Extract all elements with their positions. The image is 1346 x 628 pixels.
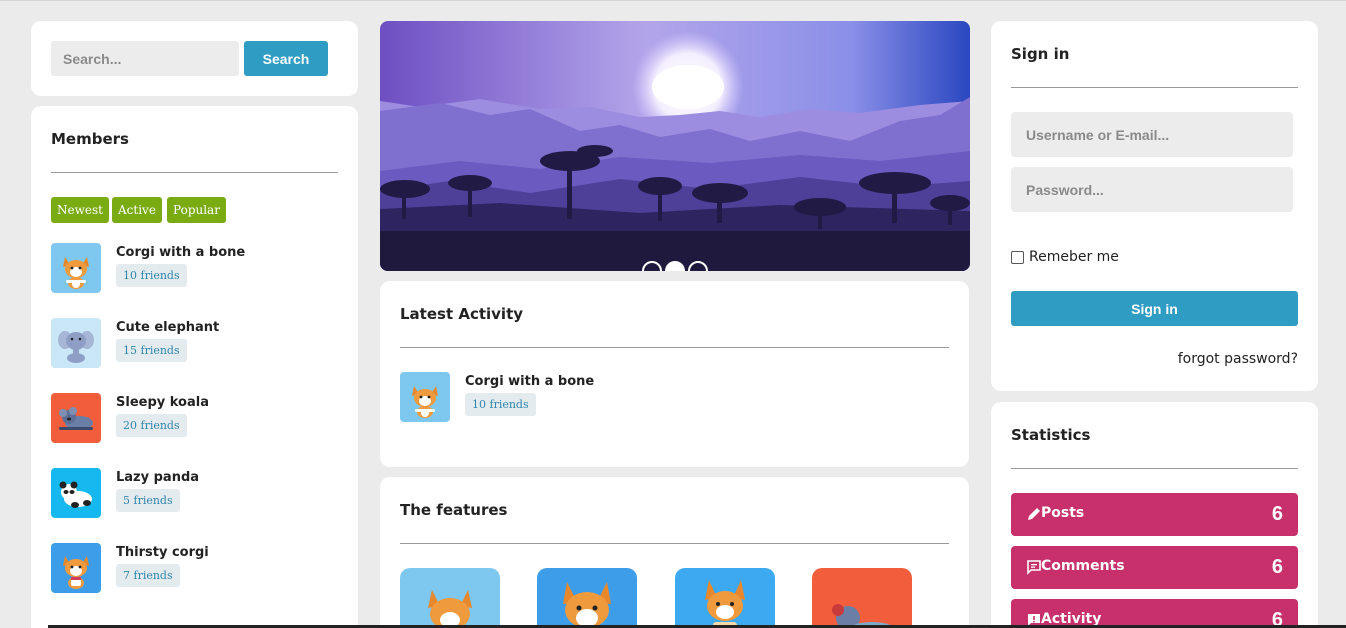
- corgi-bone-icon[interactable]: [400, 372, 450, 422]
- forgot-password-link[interactable]: forgot password?: [1178, 351, 1298, 367]
- friends-badge: 10 friends: [116, 264, 187, 287]
- divider: [400, 347, 949, 348]
- search-card: Search: [31, 21, 358, 96]
- signin-card: Sign in Remeber me Sign in forgot passwo…: [991, 21, 1318, 391]
- top-border: [0, 0, 1346, 1]
- search-input[interactable]: [51, 41, 239, 76]
- member-item[interactable]: Cute elephant 15 friends: [51, 318, 341, 368]
- stat-count: 6: [1271, 556, 1283, 578]
- feature-koala-icon[interactable]: [812, 568, 912, 628]
- hero-slider[interactable]: [380, 21, 970, 271]
- divider: [51, 172, 338, 173]
- member-item[interactable]: Corgi with a bone 10 friends: [51, 243, 341, 293]
- corgi-drink-icon[interactable]: [51, 543, 101, 593]
- signin-button[interactable]: Sign in: [1011, 291, 1298, 326]
- search-button[interactable]: Search: [244, 41, 328, 76]
- stat-label: Posts: [1041, 505, 1085, 521]
- filter-newest-button[interactable]: Newest: [51, 197, 109, 223]
- signin-title: Sign in: [1011, 45, 1070, 63]
- stat-comments[interactable]: Comments 6: [1011, 546, 1298, 589]
- activity-member-name[interactable]: Corgi with a bone: [465, 374, 594, 389]
- latest-activity-card: Latest Activity Corgi with a bone 10 fri…: [380, 281, 969, 467]
- members-title: Members: [51, 130, 129, 148]
- filter-popular-button[interactable]: Popular: [167, 197, 226, 223]
- statistics-card: Statistics Posts 6 Comments 6 Activity 6: [991, 402, 1318, 628]
- remember-checkbox[interactable]: [1011, 250, 1024, 264]
- feature-corgi-icon[interactable]: [400, 568, 500, 628]
- elephant-icon[interactable]: [51, 318, 101, 368]
- latest-activity-title: Latest Activity: [400, 305, 524, 323]
- member-name[interactable]: Cute elephant: [116, 320, 219, 335]
- friends-badge: 15 friends: [116, 339, 187, 362]
- pencil-icon: [1026, 506, 1042, 522]
- username-field[interactable]: [1011, 112, 1293, 157]
- divider: [1011, 468, 1298, 469]
- member-item[interactable]: Lazy panda 5 friends: [51, 468, 341, 518]
- member-name[interactable]: Thirsty corgi: [116, 545, 209, 560]
- panda-icon[interactable]: [51, 468, 101, 518]
- member-name[interactable]: Sleepy koala: [116, 395, 209, 410]
- remember-label[interactable]: Remeber me: [1029, 249, 1119, 265]
- divider: [1011, 87, 1298, 88]
- friends-badge: 7 friends: [116, 564, 180, 587]
- member-name[interactable]: Lazy panda: [116, 470, 199, 485]
- stat-activity[interactable]: Activity 6: [1011, 599, 1298, 628]
- landscape-image: [380, 21, 970, 271]
- corgi-bone-icon[interactable]: [51, 243, 101, 293]
- member-item[interactable]: Sleepy koala 20 friends: [51, 393, 341, 443]
- features-title: The features: [400, 501, 508, 519]
- stat-label: Comments: [1041, 558, 1125, 574]
- password-field[interactable]: [1011, 167, 1293, 212]
- filter-active-button[interactable]: Active: [112, 197, 162, 223]
- friends-badge: 10 friends: [465, 393, 536, 416]
- friends-badge: 5 friends: [116, 489, 180, 512]
- remember-me[interactable]: Remeber me: [1011, 249, 1119, 265]
- feature-corgi-happy-icon[interactable]: [537, 568, 637, 628]
- member-name[interactable]: Corgi with a bone: [116, 245, 245, 260]
- stat-posts[interactable]: Posts 6: [1011, 493, 1298, 536]
- member-item[interactable]: Thirsty corgi 7 friends: [51, 543, 341, 593]
- members-card: Members Newest Active Popular Corgi with…: [31, 106, 358, 628]
- feature-corgi-drink-icon[interactable]: [675, 568, 775, 628]
- friends-badge: 20 friends: [116, 414, 187, 437]
- koala-icon[interactable]: [51, 393, 101, 443]
- activity-item[interactable]: Corgi with a bone 10 friends: [400, 372, 690, 422]
- comment-icon: [1026, 559, 1042, 575]
- divider: [400, 543, 949, 544]
- stat-count: 6: [1271, 503, 1283, 525]
- statistics-title: Statistics: [1011, 426, 1091, 444]
